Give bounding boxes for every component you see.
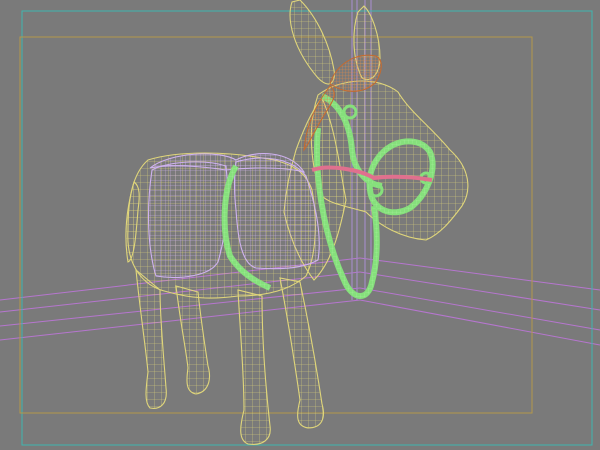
left-ear xyxy=(289,0,335,85)
foreleg-back xyxy=(237,289,271,445)
saddle-left-flap xyxy=(147,161,229,279)
foreleg-front xyxy=(279,277,325,429)
wireframe-scene[interactable] xyxy=(0,0,600,450)
3d-viewport[interactable] xyxy=(0,0,600,450)
hind-leg-front xyxy=(175,285,211,395)
